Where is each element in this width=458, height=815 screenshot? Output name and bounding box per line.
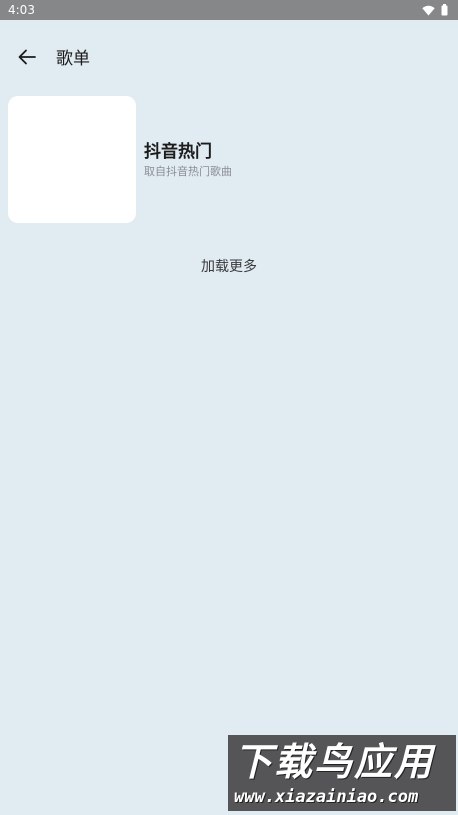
load-more-button[interactable]: 加载更多 xyxy=(0,256,458,278)
page-title: 歌单 xyxy=(56,49,90,69)
watermark-name: 下载鸟应用 xyxy=(234,740,435,784)
status-time: 4:03 xyxy=(8,3,35,17)
watermark: 下载鸟应用 www.xiazainiao.com xyxy=(228,735,456,811)
status-bar: 4:03 xyxy=(0,0,458,20)
watermark-url: www.xiazainiao.com xyxy=(234,787,419,807)
playlist-item[interactable]: 抖音热门 取自抖音热门歌曲 xyxy=(8,96,450,224)
playlist-description: 取自抖音热门歌曲 xyxy=(144,165,232,178)
battery-icon xyxy=(441,4,448,16)
playlist-title: 抖音热门 xyxy=(144,142,212,162)
arrow-left-icon xyxy=(18,49,36,69)
wifi-icon xyxy=(422,5,435,16)
back-button[interactable] xyxy=(10,42,44,76)
app-bar: 歌单 xyxy=(0,20,458,96)
status-icons xyxy=(422,4,448,16)
playlist-cover[interactable] xyxy=(8,96,136,223)
